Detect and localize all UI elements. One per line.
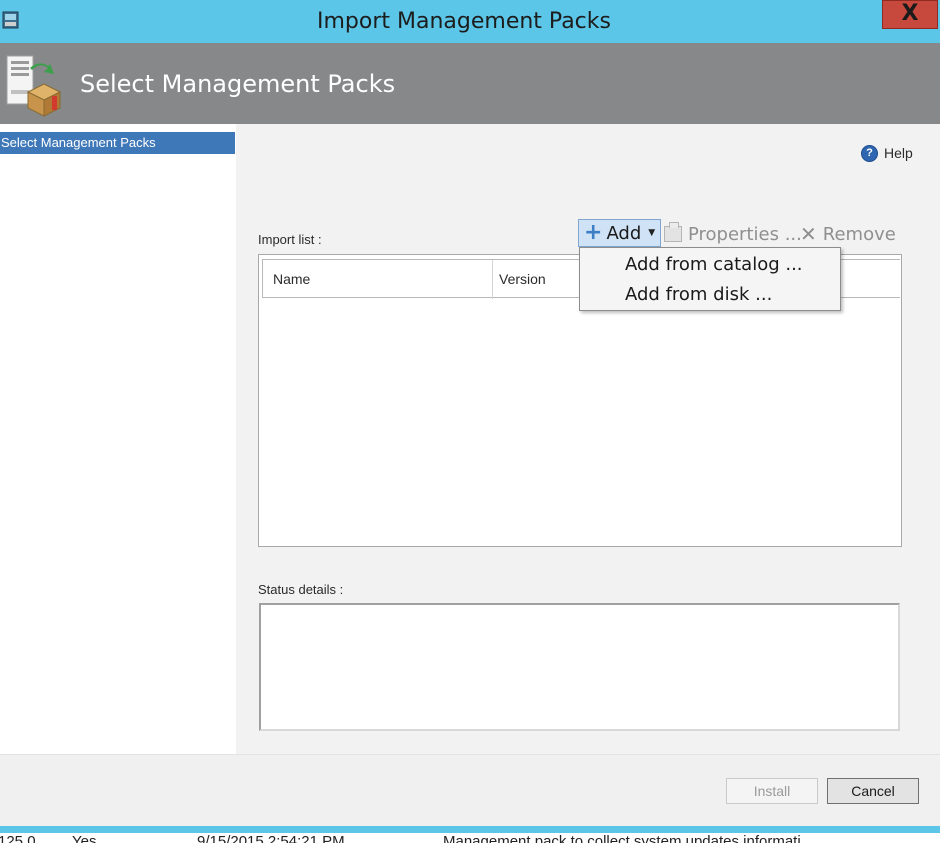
close-button[interactable]: X [882,0,938,29]
close-icon: X [901,1,919,26]
install-button[interactable]: Install [726,778,818,804]
window-frame-bottom [0,826,940,833]
help-icon: ? [861,144,878,162]
background-cell: 125.0 [0,833,36,843]
wizard-steps-pane [0,124,236,754]
step-select-management-packs[interactable]: Select Management Packs [0,132,235,154]
background-cell: 9/15/2015 2:54:21 PM [197,833,345,843]
help-label: Help [884,145,913,161]
help-link[interactable]: ? Help [861,143,913,163]
status-details-box[interactable] [259,603,900,731]
plus-icon: + [584,220,603,245]
status-details-label: Status details : [258,582,344,597]
remove-button[interactable]: ✕ Remove [800,221,896,247]
cancel-button[interactable]: Cancel [827,778,919,804]
management-pack-icon [6,55,62,117]
add-dropdown-menu: Add from catalog ... Add from disk ... [579,247,841,311]
add-button-label: Add [606,222,642,244]
background-cell: Management pack to collect system update… [443,833,801,843]
properties-icon [664,222,682,242]
remove-button-label: Remove [822,223,896,245]
window-title: Import Management Packs [317,9,611,34]
page-title: Select Management Packs [80,70,396,98]
import-list-label: Import list : [258,232,322,247]
properties-button[interactable]: Properties ... [664,221,802,247]
menu-item-add-from-catalog[interactable]: Add from catalog ... [580,250,840,280]
column-header-name[interactable]: Name [263,260,493,299]
add-button[interactable]: + Add ▼ [578,219,661,247]
properties-button-label: Properties ... [688,223,802,245]
background-cell: Yes [72,833,97,843]
menu-item-add-from-disk[interactable]: Add from disk ... [580,280,840,310]
chevron-down-icon: ▼ [648,228,656,238]
background-window-row: 125.0 Yes 9/15/2015 2:54:21 PM Managemen… [0,833,940,843]
remove-icon: ✕ [800,222,817,246]
